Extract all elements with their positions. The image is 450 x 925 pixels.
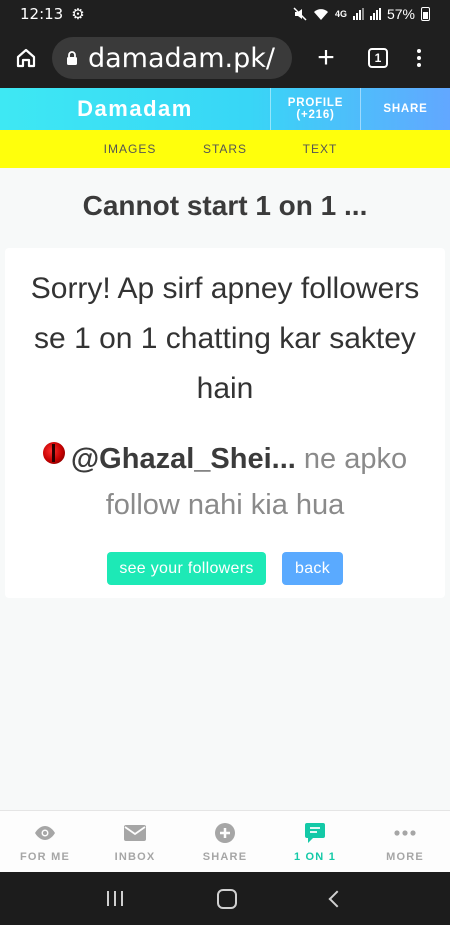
message-card: Sorry! Ap sirf apney followers se 1 on 1… <box>5 248 445 598</box>
network-type: 4G <box>334 9 347 19</box>
url-text: damadam.pk/ <box>88 42 275 74</box>
user-avatar[interactable] <box>42 442 65 464</box>
tab-for-me[interactable]: FOR ME <box>0 811 90 872</box>
battery-icon <box>421 7 430 21</box>
clock: 12:13 <box>20 5 64 23</box>
plus-icon: + <box>317 41 335 74</box>
wifi-icon <box>313 8 328 20</box>
tab-count: 1 <box>368 48 388 68</box>
profile-button[interactable]: PROFILE (+216) <box>270 88 360 130</box>
system-home-button[interactable] <box>217 888 237 909</box>
ellipsis-icon <box>394 821 416 845</box>
subnav-text[interactable]: TEXT <box>273 142 368 156</box>
mute-icon <box>293 7 307 21</box>
signal-icon-2 <box>369 8 381 20</box>
user-line: @Ghazal_Shei... ne apko follow nahi kia … <box>5 436 445 528</box>
tab-label: INBOX <box>114 850 156 863</box>
status-icons: 4G 57% <box>293 6 430 22</box>
browser-toolbar: damadam.pk/ + 1 <box>0 28 450 88</box>
subnav-images[interactable]: IMAGES <box>83 142 178 156</box>
tab-1-on-1[interactable]: 1 ON 1 <box>270 811 360 872</box>
tab-share[interactable]: SHARE <box>180 811 270 872</box>
tab-label: MORE <box>386 850 424 863</box>
tab-label: 1 ON 1 <box>293 850 337 863</box>
action-buttons: see your followers back <box>5 552 445 585</box>
new-tab-button[interactable]: + <box>300 41 352 75</box>
see-followers-button[interactable]: see your followers <box>107 552 266 585</box>
sub-nav: IMAGES STARS TEXT <box>0 130 450 168</box>
page-title: Cannot start 1 on 1 ... <box>82 190 368 221</box>
tab-label: FOR ME <box>20 850 70 863</box>
bottom-nav: FOR ME INBOX SHARE 1 ON 1 MORE <box>0 810 450 872</box>
tab-more[interactable]: MORE <box>360 811 450 872</box>
envelope-icon <box>124 821 146 845</box>
subnav-stars[interactable]: STARS <box>178 142 273 156</box>
status-bar: 12:13 ⚙ 4G 57% <box>0 0 450 28</box>
site-logo[interactable]: Damadam <box>0 88 270 130</box>
tab-label: SHARE <box>202 850 248 863</box>
recents-button[interactable] <box>107 891 123 906</box>
lock-icon <box>67 50 77 65</box>
home-icon <box>16 48 36 68</box>
share-label: SHARE <box>383 103 428 115</box>
tab-inbox[interactable]: INBOX <box>90 811 180 872</box>
profile-label: PROFILE <box>287 97 344 109</box>
address-bar[interactable]: damadam.pk/ <box>52 37 292 79</box>
system-nav-bar <box>0 872 450 925</box>
username-link[interactable]: @Ghazal_Shei... <box>71 443 296 475</box>
plus-circle-icon <box>215 821 235 845</box>
settings-gear-icon: ⚙ <box>71 6 85 23</box>
signal-icon <box>352 8 364 20</box>
chat-icon <box>305 821 325 845</box>
tab-switcher-button[interactable]: 1 <box>352 48 404 68</box>
error-message: Sorry! Ap sirf apney followers se 1 on 1… <box>30 272 420 405</box>
battery-percent: 57% <box>386 6 415 22</box>
system-back-button[interactable] <box>328 890 346 907</box>
browser-menu-button[interactable] <box>404 49 434 67</box>
share-header-button[interactable]: SHARE <box>360 88 450 130</box>
browser-home-button[interactable] <box>0 28 52 88</box>
eye-icon <box>34 821 56 845</box>
profile-count: (+216) <box>296 109 335 121</box>
back-button[interactable]: back <box>282 552 343 585</box>
site-header: Damadam PROFILE (+216) SHARE <box>0 88 450 130</box>
